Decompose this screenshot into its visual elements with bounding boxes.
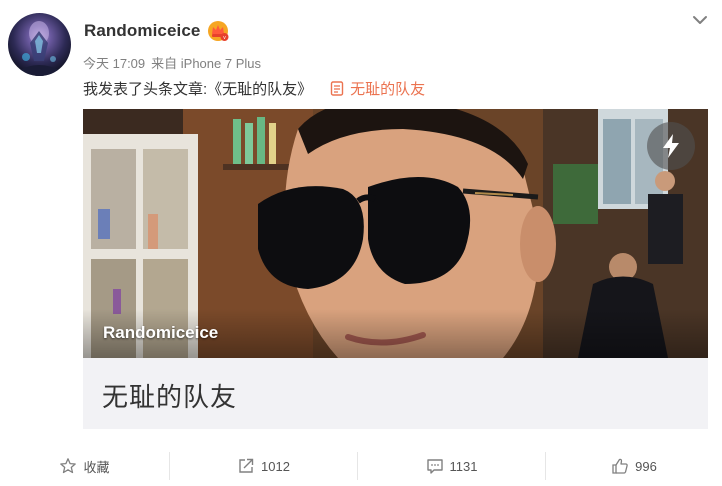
flash-button[interactable]	[647, 122, 695, 170]
comment-icon	[426, 459, 443, 474]
like-button[interactable]: 996	[545, 452, 722, 480]
post-body-text: 我发表了头条文章:《无耻的队友》	[83, 81, 313, 98]
post-time[interactable]: 今天 17:09	[83, 56, 145, 71]
lightning-icon	[663, 134, 679, 158]
repost-count: 1012	[261, 458, 290, 474]
avatar[interactable]	[8, 13, 71, 76]
article-title: 无耻的队友	[102, 382, 238, 412]
article-cover-image: Randomiceice	[83, 109, 708, 358]
article-link[interactable]: 无耻的队友	[330, 78, 425, 99]
repost-button[interactable]: 1012	[169, 452, 357, 480]
post-text: 我发表了头条文章:《无耻的队友》 无耻的队友	[83, 78, 425, 99]
vip-crown-icon[interactable]: v	[206, 20, 230, 42]
comment-button[interactable]: 1131	[357, 452, 545, 480]
favorite-label: 收藏	[83, 459, 110, 475]
post-source: 来自 iPhone 7 Plus	[151, 56, 261, 71]
article-card[interactable]: Randomiceice 无耻的队友	[83, 109, 708, 429]
username[interactable]: Randomiceice	[84, 21, 200, 41]
favorite-button[interactable]: 收藏	[0, 452, 169, 480]
cover-photo	[83, 109, 708, 358]
weibo-post-card: Randomiceice v 今天 17:09 来自 iPhone 7 Plus …	[0, 0, 722, 486]
chevron-down-icon[interactable]	[692, 14, 708, 26]
comment-count: 1131	[449, 458, 478, 474]
like-count: 996	[635, 458, 657, 474]
avatar-image	[18, 21, 61, 76]
star-icon	[60, 458, 77, 474]
action-bar: 收藏 1012 1131 996	[0, 446, 722, 486]
document-icon	[330, 81, 344, 96]
share-icon	[239, 458, 254, 473]
cover-author: Randomiceice	[103, 323, 219, 342]
article-link-label: 无耻的队友	[350, 81, 426, 98]
post-meta: 今天 17:09 来自 iPhone 7 Plus	[83, 53, 261, 72]
thumbs-up-icon	[612, 458, 628, 474]
